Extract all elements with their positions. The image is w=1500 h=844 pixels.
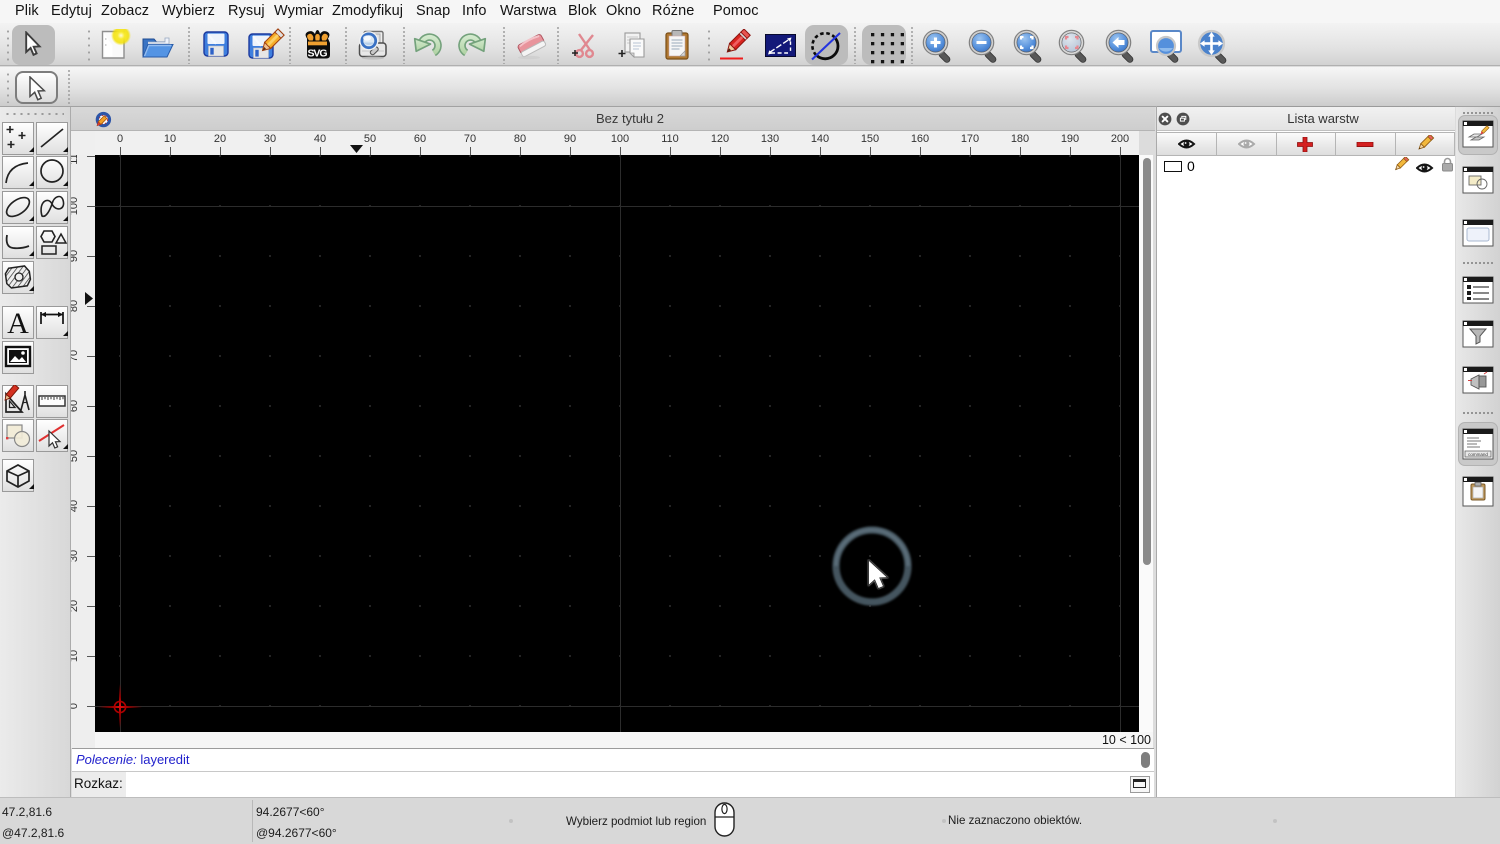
svg-text:command: command [1468,452,1488,457]
svg-text:SVG: SVG [308,48,328,60]
svg-text:A: A [7,307,29,339]
